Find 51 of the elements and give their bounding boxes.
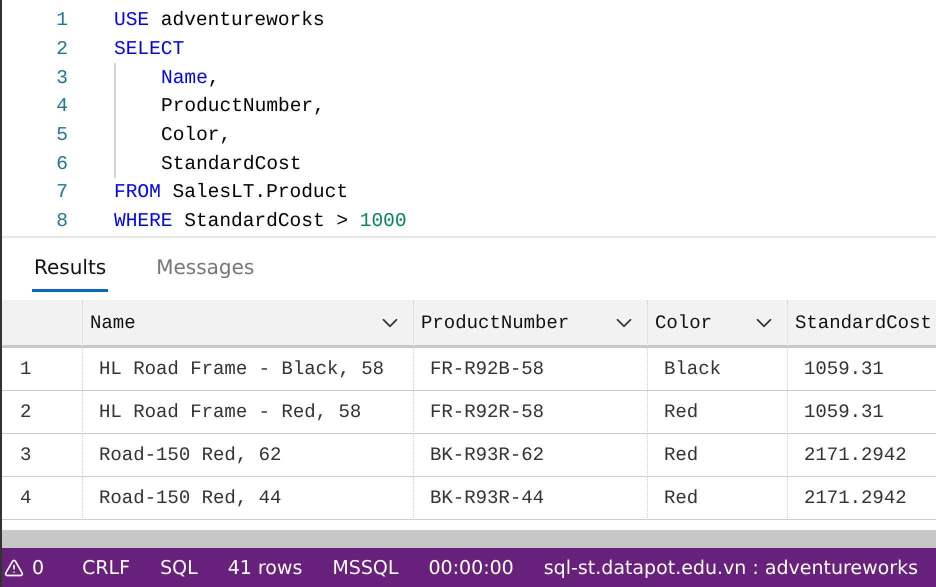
- table-cell: Red: [647, 477, 787, 520]
- table-cell: 2171.2942: [787, 477, 936, 520]
- status-item: MSSQL: [332, 556, 398, 578]
- column-header[interactable]: Name: [82, 300, 413, 348]
- line-number: 5: [55, 124, 68, 146]
- code-line: Color,: [161, 124, 232, 146]
- status-item: 00:00:00: [428, 556, 514, 578]
- code-line: SELECT: [114, 38, 184, 60]
- row-number: 3: [2, 434, 82, 477]
- table-cell: Road-150 Red, 44: [82, 477, 413, 520]
- table-cell: 1059.31: [787, 391, 936, 434]
- table-cell: FR-R92B-58: [413, 348, 647, 391]
- table-cell: Black: [647, 348, 787, 391]
- results-tab[interactable]: Results: [32, 252, 108, 292]
- row-number: 1: [2, 348, 82, 391]
- status-item: 41 rows: [228, 556, 302, 578]
- table-cell: HL Road Frame - Black, 58: [82, 348, 413, 391]
- column-header[interactable]: Color: [647, 300, 787, 348]
- table-cell: BK-R93R-44: [413, 477, 647, 520]
- code-line: StandardCost: [161, 152, 302, 175]
- code-line: WHERE StandardCost > 1000: [114, 210, 407, 232]
- table-cell: HL Road Frame - Red, 58: [82, 391, 413, 434]
- results-tab[interactable]: Messages: [154, 252, 256, 292]
- column-header[interactable]: ProductNumber: [413, 300, 647, 348]
- code-line: FROM SalesLT.Product: [114, 181, 348, 204]
- column-header[interactable]: StandardCost: [787, 300, 936, 348]
- code-line: Name,: [161, 66, 220, 89]
- table-cell: 1059.31: [787, 348, 936, 391]
- status-item: CRLF: [82, 556, 130, 578]
- line-number: 1: [55, 9, 68, 32]
- line-number: 3: [55, 66, 68, 89]
- table-cell: FR-R92R-58: [413, 391, 647, 434]
- row-number: 2: [2, 391, 82, 434]
- row-number: 4: [2, 477, 82, 520]
- table-cell: Red: [647, 391, 787, 434]
- warning-count: 0: [32, 556, 44, 578]
- line-number: 8: [55, 210, 68, 232]
- line-number: 6: [55, 152, 68, 175]
- status-item: SQL: [160, 556, 198, 578]
- status-item: sql-st.datapot.edu.vn : adventureworks: [544, 556, 918, 578]
- table-cell: Red: [647, 434, 787, 477]
- code-line: ProductNumber,: [161, 95, 325, 118]
- warning-icon: [4, 558, 24, 578]
- line-number: 2: [55, 38, 68, 60]
- table-cell: 2171.2942: [787, 434, 936, 477]
- line-number: 4: [55, 95, 68, 118]
- table-cell: BK-R93R-62: [413, 434, 647, 477]
- table-cell: Road-150 Red, 62: [82, 434, 413, 477]
- horizontal-scrollbar[interactable]: [2, 530, 936, 548]
- line-number: 7: [55, 181, 68, 204]
- code-line: USE adventureworks: [114, 9, 325, 32]
